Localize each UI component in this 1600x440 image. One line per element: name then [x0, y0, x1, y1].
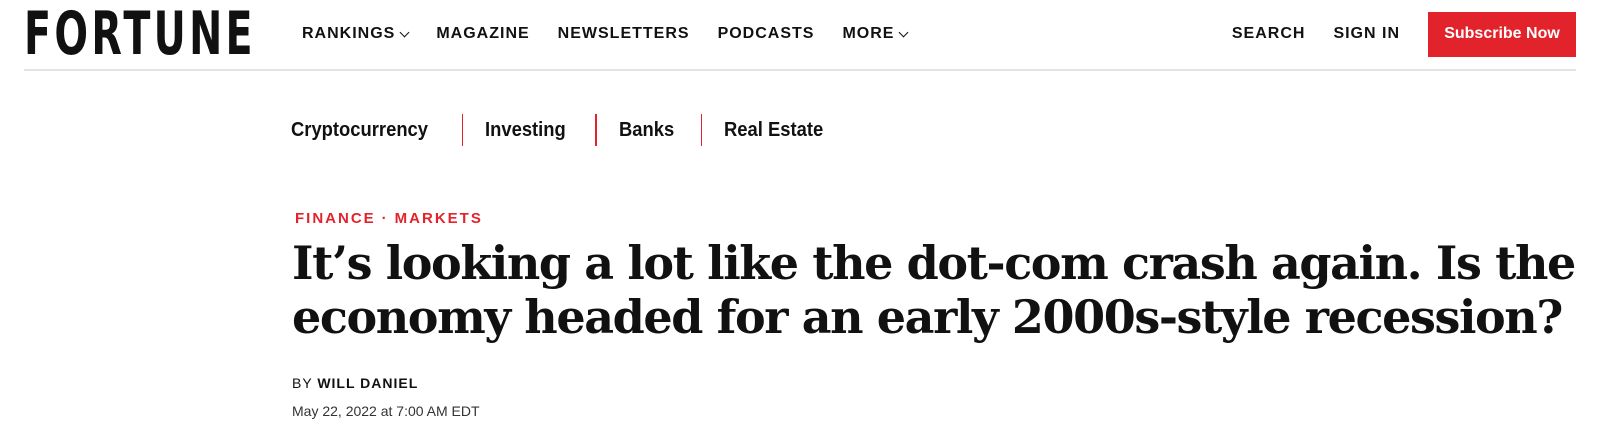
subscribe-button[interactable]: Subscribe Now — [1428, 11, 1576, 57]
sign-in-link[interactable]: SIGN IN — [1333, 25, 1400, 43]
site-header: FORTUNE RANKINGS MAGAZINE NEWSLETTERS PO… — [24, 0, 1576, 71]
utility-nav: SEARCH SIGN IN Subscribe Now — [1232, 0, 1576, 68]
subnav-item-cryptocurrency[interactable]: Cryptocurrency — [291, 119, 428, 142]
section-subnav: Cryptocurrency Investing Banks Real Esta… — [291, 112, 832, 148]
kicker-separator: · — [381, 210, 389, 227]
nav-podcasts[interactable]: PODCASTS — [718, 25, 815, 43]
byline-prefix: BY — [292, 375, 313, 391]
search-link[interactable]: SEARCH — [1232, 25, 1306, 43]
nav-newsletters-label: NEWSLETTERS — [557, 25, 690, 42]
subnav-divider — [700, 114, 703, 146]
subnav-item-banks[interactable]: Banks — [619, 119, 674, 142]
chevron-down-icon — [399, 27, 410, 37]
nav-more-label: MORE — [842, 25, 895, 42]
fortune-logo[interactable]: FORTUNE — [24, 4, 256, 64]
subnav-item-investing[interactable]: Investing — [485, 119, 566, 142]
subnav-divider — [461, 114, 464, 146]
nav-newsletters[interactable]: NEWSLETTERS — [558, 25, 690, 43]
kicker-markets-link[interactable]: MARKETS — [395, 210, 483, 227]
nav-magazine[interactable]: MAGAZINE — [436, 25, 529, 43]
article-headline: It’s looking a lot like the dot-com cras… — [292, 236, 1576, 344]
nav-podcasts-label: PODCASTS — [717, 25, 815, 42]
chevron-down-icon — [899, 27, 909, 37]
nav-magazine-label: MAGAZINE — [436, 25, 530, 42]
main-nav: RANKINGS MAGAZINE NEWSLETTERS PODCASTS M… — [302, 0, 935, 68]
nav-more[interactable]: MORE — [842, 25, 909, 43]
byline: BY WILL DANIEL — [292, 375, 418, 391]
article-kicker: FINANCE · MARKETS — [295, 210, 483, 227]
subnav-divider — [595, 114, 597, 146]
publish-date: May 22, 2022 at 7:00 AM EDT — [292, 403, 480, 419]
nav-rankings-label: RANKINGS — [302, 25, 396, 42]
kicker-finance-link[interactable]: FINANCE — [295, 210, 376, 227]
nav-rankings[interactable]: RANKINGS — [302, 25, 410, 43]
author-link[interactable]: WILL DANIEL — [317, 375, 418, 391]
subnav-item-real-estate[interactable]: Real Estate — [724, 119, 823, 142]
